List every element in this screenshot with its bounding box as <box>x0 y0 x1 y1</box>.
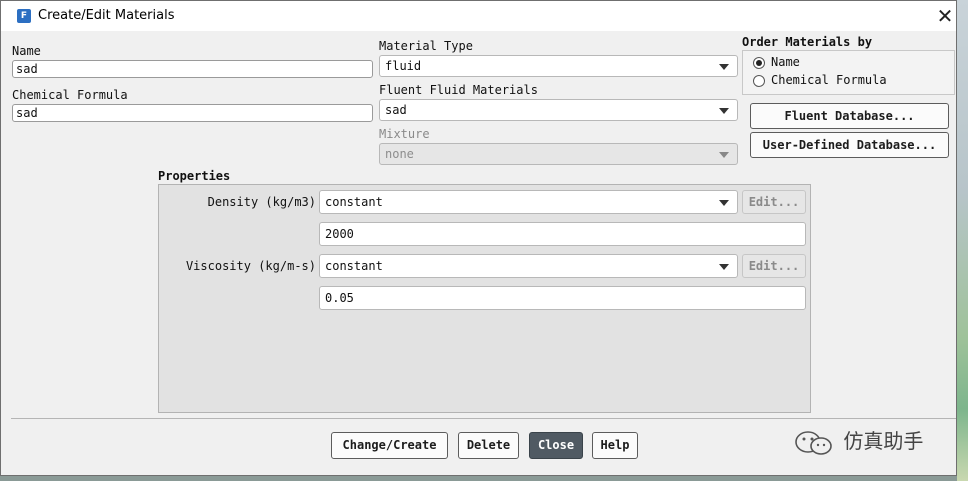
materials-dialog: F Create/Edit Materials ✕ Name sad Chemi… <box>0 0 957 476</box>
material-type-label: Material Type <box>379 39 473 53</box>
fluent-fluid-materials-value: sad <box>385 103 407 117</box>
order-by-formula-label: Chemical Formula <box>771 73 887 87</box>
window-title: Create/Edit Materials <box>38 8 175 23</box>
chemical-formula-label: Chemical Formula <box>12 88 128 102</box>
fluent-fluid-materials-label: Fluent Fluid Materials <box>379 83 538 97</box>
name-label: Name <box>12 44 41 58</box>
chevron-down-icon <box>719 64 729 70</box>
mixture-select: none <box>379 143 738 165</box>
mixture-value: none <box>385 147 414 161</box>
properties-title: Properties <box>158 169 231 183</box>
viscosity-method-select[interactable]: constant <box>319 254 738 278</box>
chevron-down-icon <box>719 264 729 270</box>
chemical-formula-field[interactable]: sad <box>12 104 373 122</box>
order-materials-title: Order Materials by <box>742 35 873 49</box>
fluent-database-button[interactable]: Fluent Database... <box>750 103 949 129</box>
density-value-field[interactable]: 2000 <box>319 222 806 246</box>
wechat-logo-icon <box>795 430 832 455</box>
fluent-fluid-materials-select[interactable]: sad <box>379 99 738 121</box>
viscosity-edit-button: Edit... <box>742 254 806 278</box>
material-type-value: fluid <box>385 59 422 73</box>
user-defined-database-button[interactable]: User-Defined Database... <box>750 132 949 158</box>
change-create-button[interactable]: Change/Create <box>331 432 448 459</box>
viscosity-label: Viscosity (kg/m-s) <box>185 259 316 273</box>
help-button[interactable]: Help <box>592 432 638 459</box>
radio-checked-icon[interactable] <box>753 57 765 69</box>
chevron-down-icon <box>719 200 729 206</box>
order-by-name-label: Name <box>771 55 800 69</box>
mixture-label: Mixture <box>379 127 430 141</box>
order-radio-group: Name Chemical Formula <box>742 50 955 95</box>
fluent-app-icon: F <box>17 9 31 23</box>
viscosity-method-value: constant <box>325 259 383 273</box>
name-field[interactable]: sad <box>12 60 373 78</box>
watermark: 仿真助手 <box>793 425 923 457</box>
delete-button[interactable]: Delete <box>458 432 519 459</box>
density-method-select[interactable]: constant <box>319 190 738 214</box>
chevron-down-icon <box>719 108 729 114</box>
chevron-down-icon <box>719 152 729 158</box>
properties-panel: Density (kg/m3) constant Edit... 2000 Vi… <box>158 184 811 413</box>
density-label: Density (kg/m3) <box>207 195 316 209</box>
watermark-text: 仿真助手 <box>843 429 924 453</box>
background-viewport <box>957 0 968 481</box>
radio-unchecked-icon[interactable] <box>753 75 765 87</box>
viscosity-value-field[interactable]: 0.05 <box>319 286 806 310</box>
footer-divider <box>11 418 956 419</box>
title-bar: F Create/Edit Materials ✕ <box>1 1 956 31</box>
density-edit-button: Edit... <box>742 190 806 214</box>
material-type-select[interactable]: fluid <box>379 55 738 77</box>
close-icon[interactable]: ✕ <box>934 5 956 27</box>
density-method-value: constant <box>325 195 383 209</box>
close-button[interactable]: Close <box>529 432 583 459</box>
